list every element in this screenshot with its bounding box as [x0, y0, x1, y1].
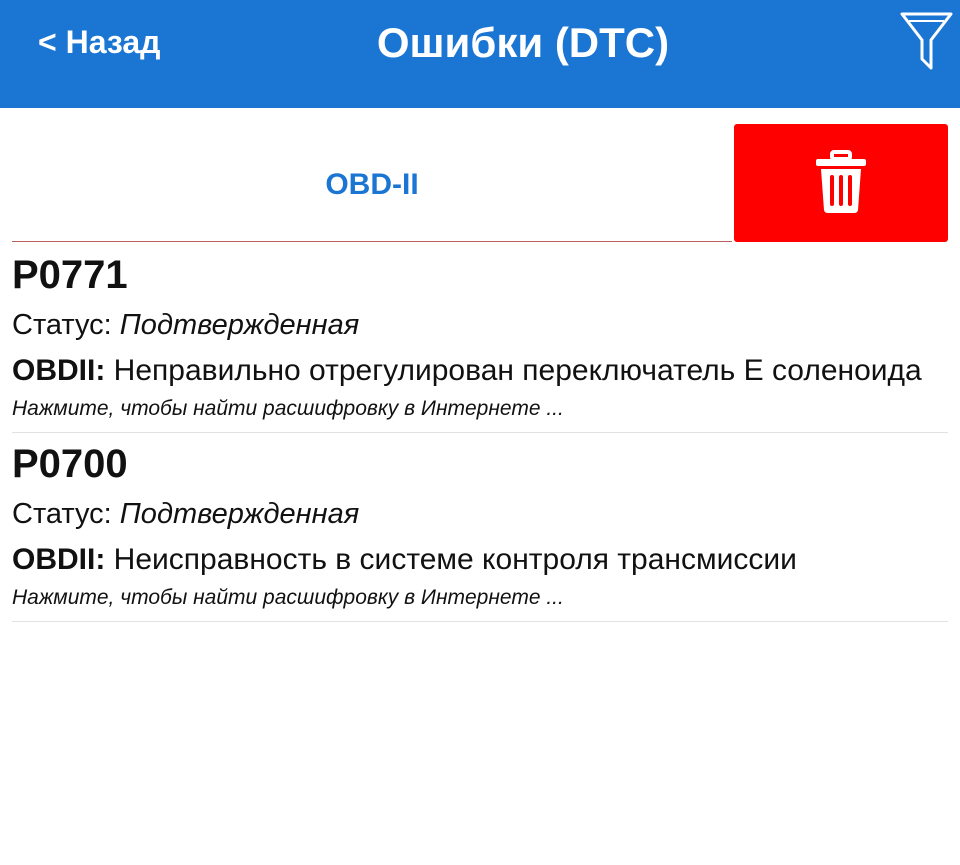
description-text: Неправильно отрегулирован переключатель … — [113, 354, 922, 387]
dtc-status: Статус: Подтвержденная — [12, 493, 948, 535]
dtc-description: OBDII: Неисправность в системе контроля … — [12, 541, 948, 579]
description-text: Неисправность в системе контроля трансми… — [113, 543, 797, 576]
trash-icon — [816, 150, 866, 213]
dtc-status: Статус: Подтвержденная — [12, 304, 948, 346]
dtc-list-item[interactable]: P0771 Статус: Подтвержденная OBDII: Непр… — [12, 244, 948, 433]
tab-row: OBD-II — [12, 124, 948, 242]
description-label: OBDII: — [12, 354, 106, 387]
status-label: Статус: — [12, 309, 112, 341]
filter-funnel-icon — [900, 12, 953, 70]
dtc-code: P0700 — [12, 442, 128, 486]
top-app-bar: < Назад Ошибки (DTC) — [0, 0, 960, 108]
tab-underline — [12, 241, 732, 242]
filter-button[interactable] — [896, 10, 956, 70]
search-online-hint[interactable]: Нажмите, чтобы найти расшифровку в Интер… — [12, 583, 948, 613]
dtc-list-item[interactable]: P0700 Статус: Подтвержденная OBDII: Неис… — [12, 433, 948, 622]
description-label: OBDII: — [12, 543, 106, 576]
status-value: Подтвержденная — [119, 309, 360, 341]
page-title: Ошибки (DTC) — [376, 19, 670, 66]
dtc-description: OBDII: Неправильно отрегулирован переклю… — [12, 352, 948, 390]
dtc-list: P0771 Статус: Подтвержденная OBDII: Непр… — [12, 244, 948, 622]
status-value: Подтвержденная — [119, 498, 360, 530]
status-label: Статус: — [12, 498, 112, 530]
dtc-code: P0771 — [12, 253, 128, 297]
tab-obd-ii[interactable]: OBD-II — [12, 124, 732, 242]
delete-all-button[interactable] — [734, 124, 948, 242]
search-online-hint[interactable]: Нажмите, чтобы найти расшифровку в Интер… — [12, 394, 948, 424]
